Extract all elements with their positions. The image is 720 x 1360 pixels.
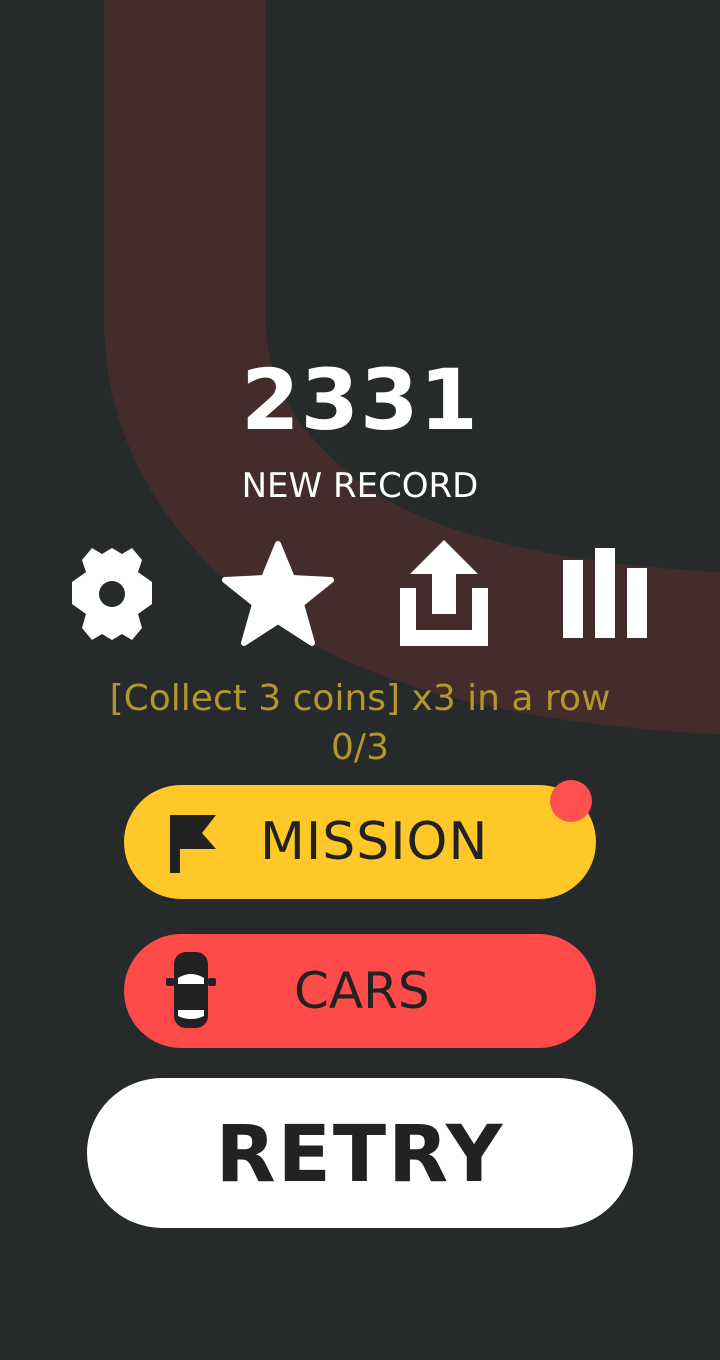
retry-button-label: RETRY [215, 1110, 505, 1200]
flag-icon [168, 813, 220, 875]
star-icon [222, 541, 334, 646]
cars-button-label: CARS [294, 962, 430, 1020]
score-value: 2331 [241, 351, 479, 449]
share-icon [400, 540, 488, 646]
new-record-label: NEW RECORD [241, 466, 479, 506]
rate-button[interactable] [218, 535, 338, 653]
gear-icon [72, 548, 152, 640]
bar-chart-icon [563, 548, 647, 638]
cars-button[interactable]: CARS [124, 934, 596, 1048]
mission-progress: 0/3 [331, 727, 389, 768]
mission-button-label: MISSION [260, 812, 489, 872]
leaderboard-button[interactable] [546, 535, 666, 653]
mission-description: [Collect 3 coins] x3 in a row [109, 678, 611, 719]
mission-button[interactable]: MISSION [124, 785, 596, 899]
retry-button[interactable]: RETRY [87, 1078, 633, 1228]
mission-notification-dot [550, 780, 592, 822]
share-button[interactable] [384, 535, 504, 653]
settings-button[interactable] [52, 535, 172, 653]
car-icon [164, 950, 218, 1030]
